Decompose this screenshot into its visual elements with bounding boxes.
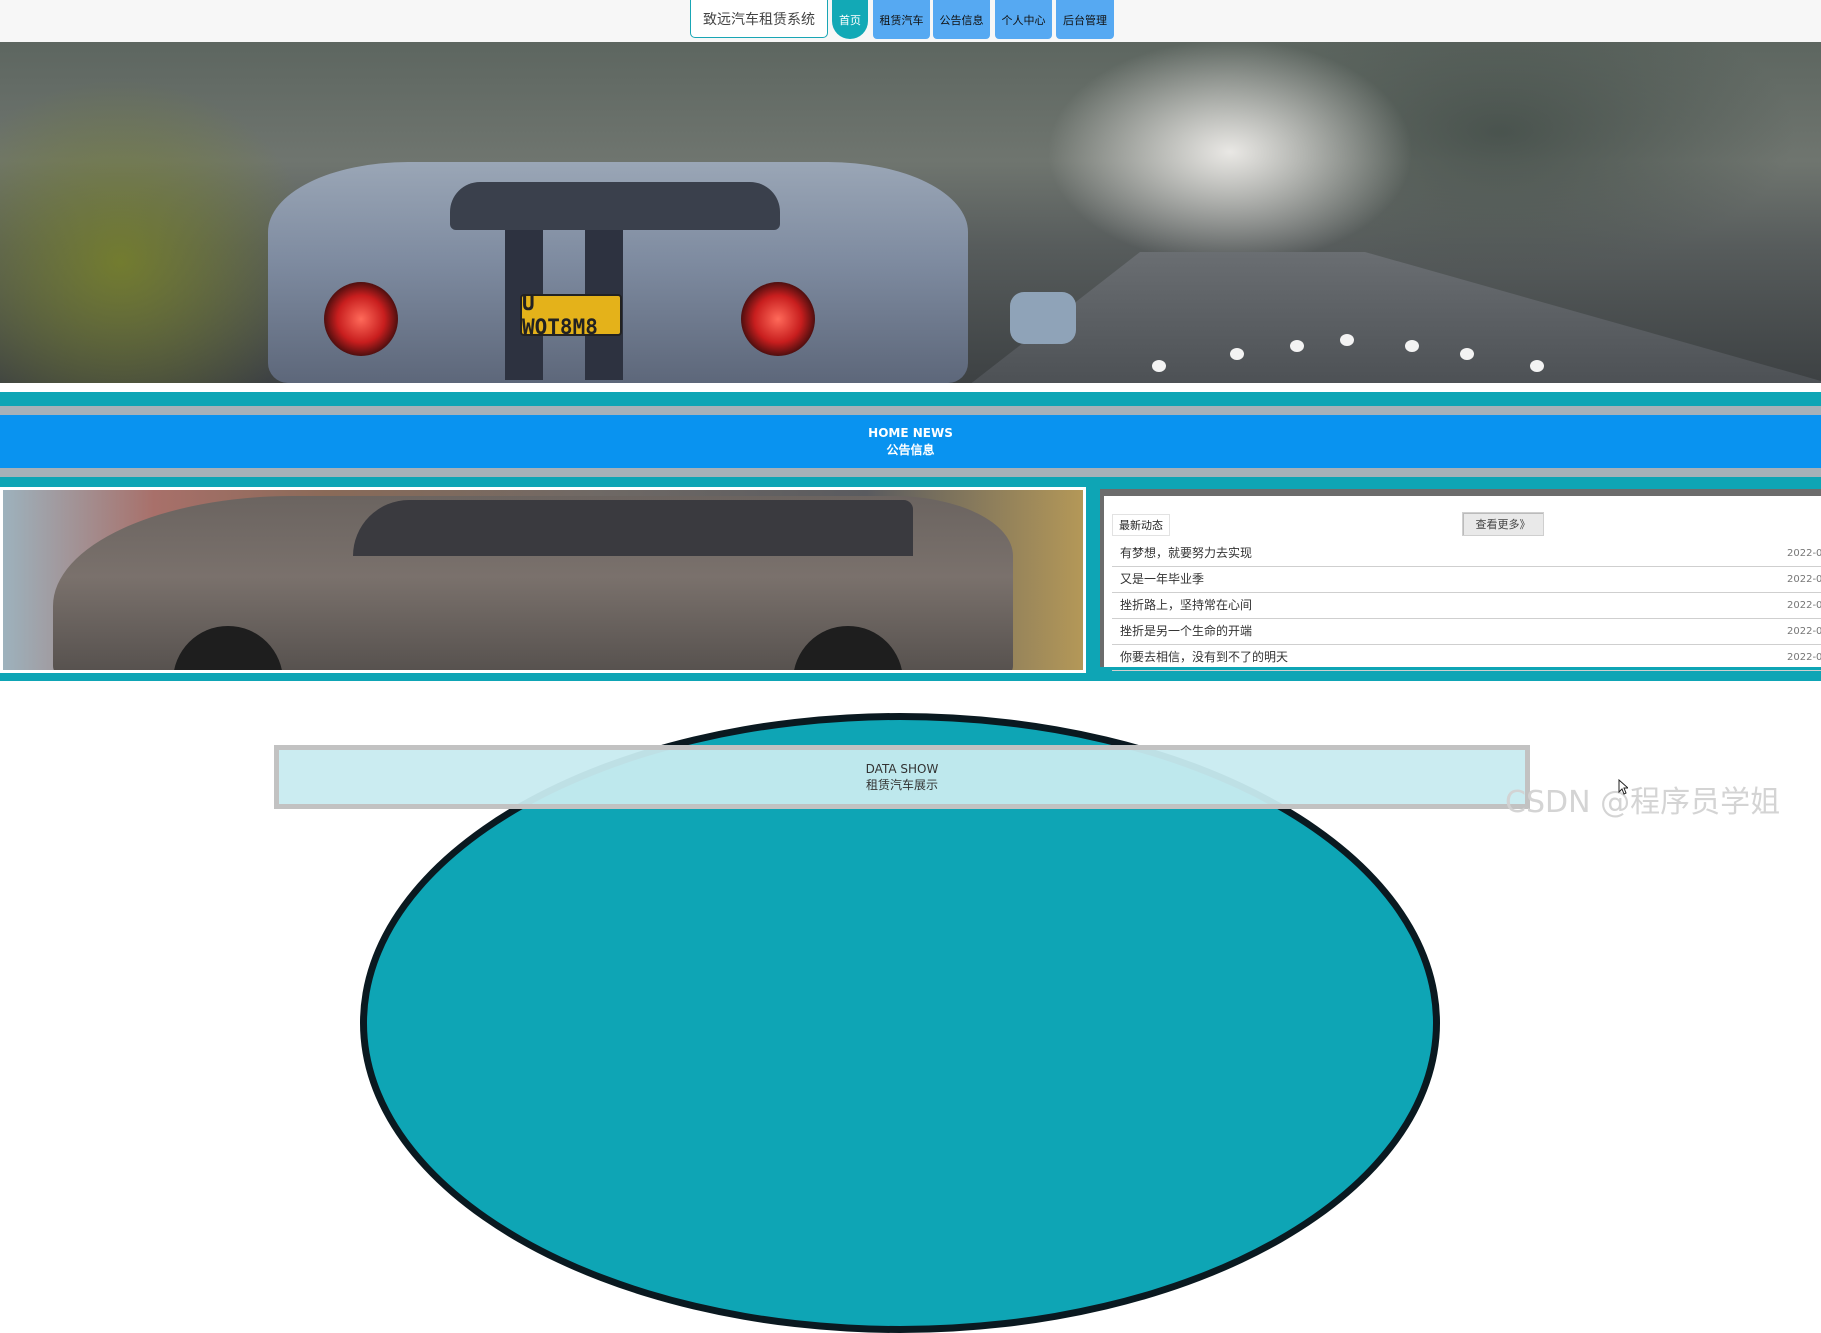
- road-marker: [1530, 360, 1544, 372]
- divider-teal: [0, 392, 1821, 406]
- hero-banner: U WOT8M8: [0, 42, 1821, 383]
- road-marker: [1230, 348, 1244, 360]
- news-list: 有梦想，就要努力去实现 2022-02 又是一年毕业季 2022-02 挫折路上，坚…: [1112, 541, 1821, 671]
- tail-light-left: [324, 282, 398, 356]
- news-item-date: 2022-02: [1787, 574, 1821, 585]
- top-nav-bar: 致远汽车租赁系统 首页 租赁汽车 公告信息 个人中心 后台管理: [0, 0, 1821, 42]
- nav-user-center[interactable]: 个人中心: [995, 0, 1052, 39]
- news-feature-image[interactable]: [0, 487, 1086, 673]
- site-brand[interactable]: 致远汽车租赁系统: [690, 0, 828, 38]
- divider-gray: [0, 468, 1821, 477]
- news-list-panel: 最新动态 查看更多》 有梦想，就要努力去实现 2022-02 又是一年毕业季 202…: [1100, 489, 1821, 671]
- license-plate: U WOT8M8: [520, 291, 622, 339]
- van-wheel: [793, 626, 903, 670]
- news-item[interactable]: 挫折是另一个生命的开端 2022-02: [1112, 619, 1821, 645]
- background-car: [1010, 292, 1076, 344]
- news-item-date: 2022-02: [1787, 652, 1821, 663]
- van-window: [353, 500, 913, 556]
- latest-news-heading: 最新动态: [1112, 514, 1170, 536]
- road-marker: [1152, 360, 1166, 372]
- news-item-title: 又是一年毕业季: [1120, 572, 1205, 586]
- van-body: [53, 496, 1013, 670]
- news-item-title: 有梦想，就要努力去实现: [1120, 546, 1253, 560]
- data-show-title-cn: 租赁汽车展示: [865, 778, 938, 792]
- van-wheel: [173, 626, 283, 670]
- news-item-date: 2022-02: [1787, 548, 1821, 559]
- news-title-cn: 公告信息: [886, 442, 935, 457]
- road-marker: [1460, 348, 1474, 360]
- car-rear-window: [450, 182, 780, 230]
- divider-gray: [0, 406, 1821, 415]
- news-item[interactable]: 又是一年毕业季 2022-02: [1112, 567, 1821, 593]
- data-show-title-en: DATA SHOW: [865, 762, 939, 776]
- news-item-title: 你要去相信，没有到不了的明天: [1120, 650, 1289, 664]
- road-marker: [1340, 334, 1354, 346]
- road-marker: [1405, 340, 1419, 352]
- view-more-button[interactable]: 查看更多》: [1462, 512, 1544, 536]
- nav-admin[interactable]: 后台管理: [1056, 0, 1114, 39]
- news-item[interactable]: 有梦想，就要努力去实现 2022-02: [1112, 541, 1821, 567]
- nav-rent-car[interactable]: 租赁汽车: [873, 0, 930, 39]
- news-section-header: HOME NEWS 公告信息: [0, 415, 1821, 468]
- news-item[interactable]: 你要去相信，没有到不了的明天 2022-02: [1112, 645, 1821, 671]
- news-item-title: 挫折路上，坚持常在心间: [1120, 598, 1253, 612]
- road-shape: [960, 252, 1821, 383]
- nav-announcements[interactable]: 公告信息: [933, 0, 990, 39]
- news-title-en: HOME NEWS: [868, 425, 953, 440]
- news-item[interactable]: 挫折路上，坚持常在心间 2022-02: [1112, 593, 1821, 619]
- news-item-title: 挫折是另一个生命的开端: [1120, 624, 1253, 638]
- news-item-date: 2022-02: [1787, 600, 1821, 611]
- nav-home[interactable]: 首页: [832, 0, 868, 39]
- csdn-watermark: CSDN @程序员学姐: [1505, 785, 1781, 820]
- road-marker: [1290, 340, 1304, 352]
- mouse-cursor-icon: [1618, 779, 1628, 795]
- data-show-header: DATA SHOW 租赁汽车展示: [274, 745, 1530, 816]
- tail-light-right: [741, 282, 815, 356]
- news-item-date: 2022-02: [1787, 626, 1821, 637]
